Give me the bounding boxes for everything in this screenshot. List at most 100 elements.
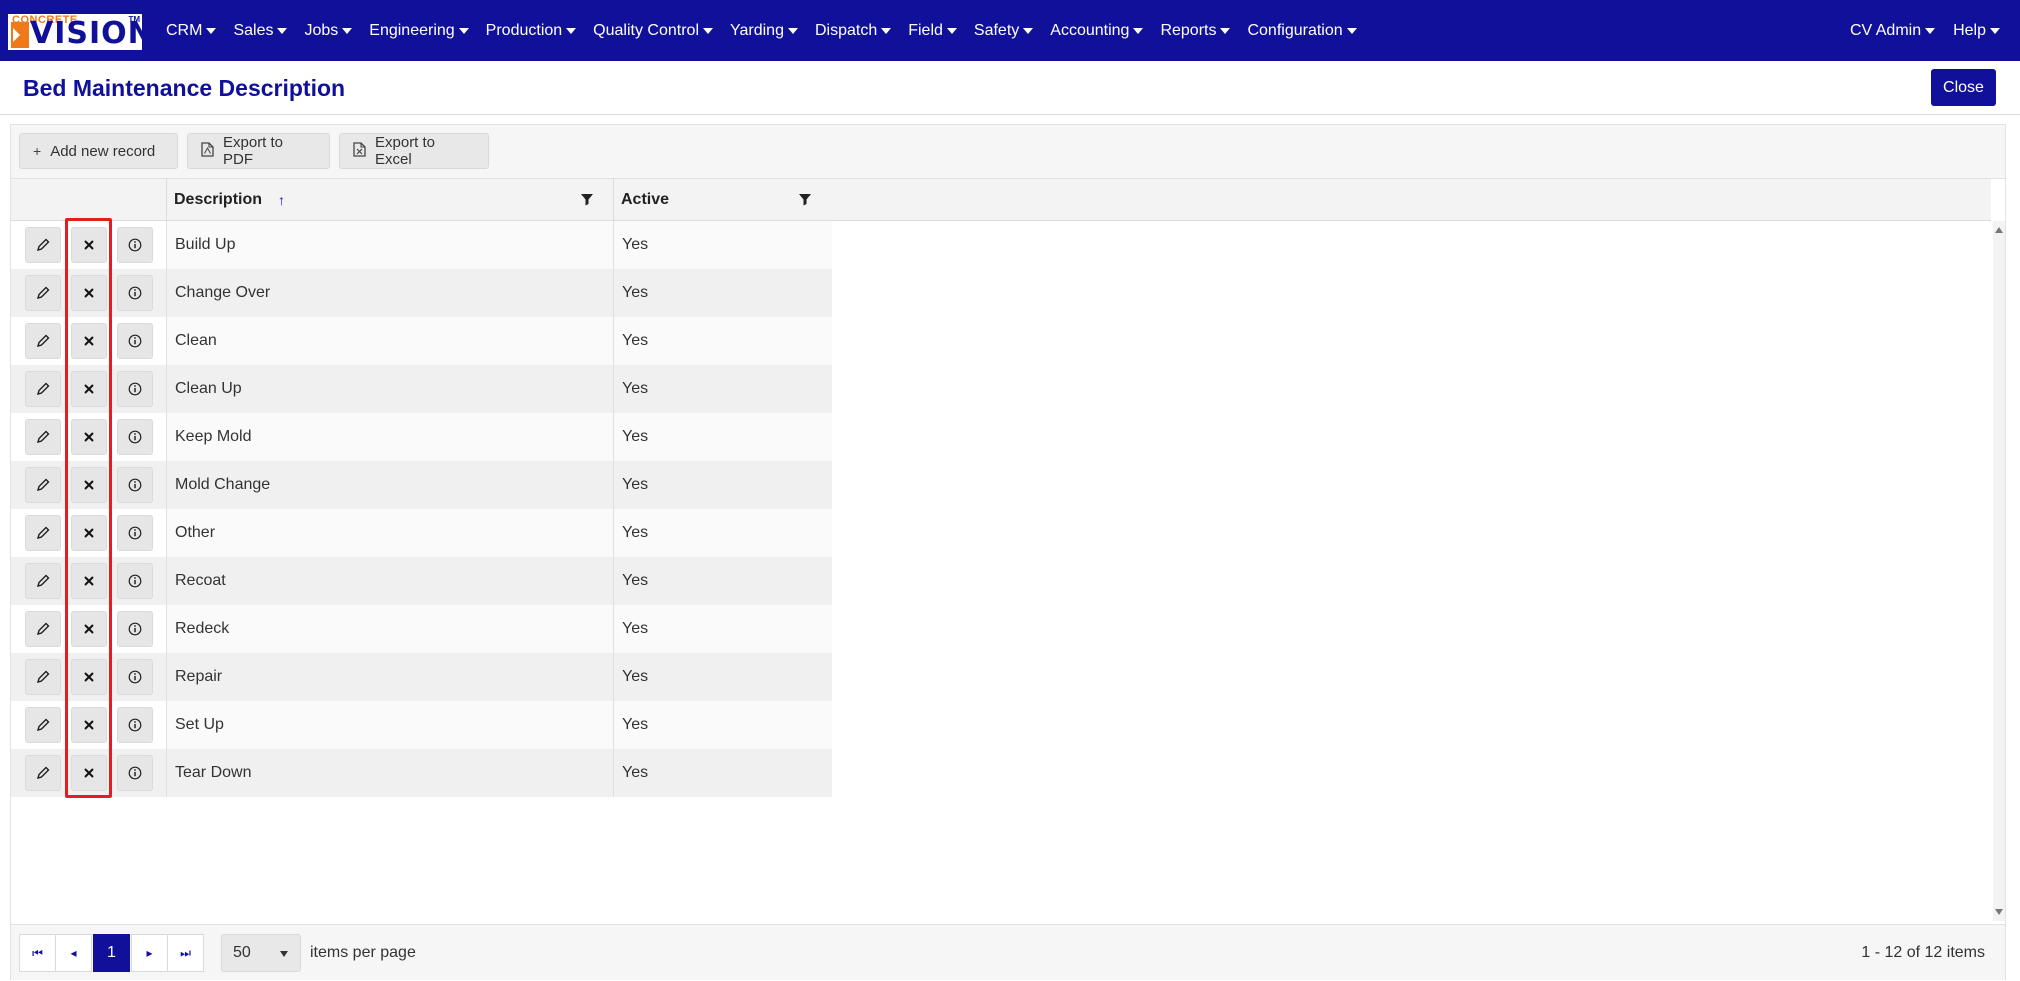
nav-crm[interactable]: CRM bbox=[166, 21, 217, 40]
delete-button[interactable] bbox=[71, 755, 107, 791]
concrete-vision-logo[interactable]: CONCRETE VISION TM bbox=[8, 14, 153, 50]
nav-safety[interactable]: Safety bbox=[974, 22, 1034, 40]
active-cell: Yes bbox=[613, 605, 832, 653]
nav-jobs[interactable]: Jobs bbox=[304, 22, 353, 40]
active-cell: Yes bbox=[613, 221, 832, 269]
pager-info: 1 - 12 of 12 items bbox=[1861, 944, 1985, 961]
edit-button[interactable] bbox=[25, 467, 61, 503]
delete-button[interactable] bbox=[71, 659, 107, 695]
nav-accounting[interactable]: Accounting bbox=[1050, 22, 1144, 40]
scroll-up-icon[interactable] bbox=[1995, 227, 2003, 233]
edit-button[interactable] bbox=[25, 323, 61, 359]
nav-configuration[interactable]: Configuration bbox=[1247, 22, 1357, 40]
delete-button[interactable] bbox=[71, 707, 107, 743]
pencil-icon bbox=[36, 382, 50, 396]
details-button[interactable] bbox=[117, 275, 153, 311]
pencil-icon bbox=[36, 334, 50, 348]
delete-button[interactable] bbox=[71, 323, 107, 359]
last-page-button[interactable]: ⏭ bbox=[167, 934, 204, 972]
description-filter-icon[interactable] bbox=[579, 191, 595, 207]
details-button[interactable] bbox=[117, 611, 153, 647]
details-button[interactable] bbox=[117, 227, 153, 263]
delete-button[interactable] bbox=[71, 227, 107, 263]
next-page-button[interactable]: ▸ bbox=[131, 934, 168, 972]
nav-yarding[interactable]: Yarding bbox=[730, 22, 798, 40]
row-command-cell bbox=[11, 557, 166, 605]
add-new-record-button[interactable]: + Add new record bbox=[19, 133, 178, 169]
page-size-dropdown[interactable]: 50 bbox=[221, 934, 301, 972]
row-command-cell bbox=[11, 221, 166, 269]
nav-reports[interactable]: Reports bbox=[1160, 22, 1231, 40]
export-excel-button[interactable]: Export to Excel bbox=[339, 133, 489, 169]
delete-button[interactable] bbox=[71, 611, 107, 647]
column-header-active[interactable]: Active bbox=[621, 179, 821, 221]
delete-button[interactable] bbox=[71, 371, 107, 407]
row-command-cell bbox=[11, 269, 166, 317]
details-button[interactable] bbox=[117, 563, 153, 599]
edit-button[interactable] bbox=[25, 371, 61, 407]
caret-down-icon bbox=[277, 27, 288, 34]
active-filter-icon[interactable] bbox=[797, 191, 813, 207]
info-icon bbox=[128, 766, 142, 780]
page-button-current[interactable]: 1 bbox=[93, 934, 130, 972]
scroll-down-icon[interactable] bbox=[1995, 909, 2003, 915]
close-button[interactable]: Close bbox=[1931, 69, 1996, 106]
export-pdf-button[interactable]: Export to PDF bbox=[187, 133, 330, 169]
details-button[interactable] bbox=[117, 755, 153, 791]
first-page-button[interactable]: ⏮ bbox=[19, 934, 56, 972]
delete-button[interactable] bbox=[71, 467, 107, 503]
nav-user-label: CV Admin bbox=[1849, 21, 1922, 39]
delete-button[interactable] bbox=[71, 563, 107, 599]
row-command-cell bbox=[11, 509, 166, 557]
pencil-icon bbox=[36, 622, 50, 636]
table-row: Keep Mold Yes bbox=[11, 413, 832, 461]
details-button[interactable] bbox=[117, 419, 153, 455]
logo-tm-text: TM bbox=[128, 15, 140, 24]
edit-button[interactable] bbox=[25, 275, 61, 311]
edit-button[interactable] bbox=[25, 707, 61, 743]
description-cell: Redeck bbox=[166, 605, 613, 653]
edit-button[interactable] bbox=[25, 563, 61, 599]
edit-button[interactable] bbox=[25, 419, 61, 455]
edit-button[interactable] bbox=[25, 659, 61, 695]
nav-sales[interactable]: Sales bbox=[233, 22, 288, 40]
caret-down-icon bbox=[1990, 27, 2000, 34]
details-button[interactable] bbox=[117, 467, 153, 503]
delete-button[interactable] bbox=[71, 419, 107, 455]
export-excel-label: Export to Excel bbox=[375, 134, 436, 168]
close-icon bbox=[83, 239, 95, 251]
nav-dispatch[interactable]: Dispatch bbox=[814, 21, 892, 40]
delete-button[interactable] bbox=[71, 515, 107, 551]
column-header-description[interactable]: Description ↑ bbox=[174, 179, 604, 221]
export-pdf-label: Export to PDF bbox=[223, 134, 284, 168]
data-grid: + Add new record Export to PDF Export to… bbox=[10, 124, 2006, 980]
edit-button[interactable] bbox=[25, 515, 61, 551]
nav-field[interactable]: Field bbox=[908, 22, 957, 40]
delete-button[interactable] bbox=[71, 275, 107, 311]
nav-quality-control[interactable]: Quality Control bbox=[593, 22, 713, 40]
edit-button[interactable] bbox=[25, 755, 61, 791]
pencil-icon bbox=[36, 286, 50, 300]
description-cell: Other bbox=[166, 509, 613, 557]
nav-production[interactable]: Production bbox=[486, 22, 577, 40]
nav-help[interactable]: Help bbox=[1953, 22, 2000, 40]
nav-engineering[interactable]: Engineering bbox=[369, 22, 469, 40]
details-button[interactable] bbox=[117, 371, 153, 407]
active-cell: Yes bbox=[613, 653, 832, 701]
details-button[interactable] bbox=[117, 323, 153, 359]
pencil-icon bbox=[36, 478, 50, 492]
edit-button[interactable] bbox=[25, 227, 61, 263]
nav-crm-label: CRM bbox=[166, 21, 203, 39]
edit-button[interactable] bbox=[25, 611, 61, 647]
details-button[interactable] bbox=[117, 515, 153, 551]
details-button[interactable] bbox=[117, 707, 153, 743]
excel-file-icon bbox=[353, 142, 366, 160]
vertical-scrollbar[interactable] bbox=[1993, 221, 2005, 921]
close-icon bbox=[83, 287, 95, 299]
caret-down-icon bbox=[881, 27, 892, 34]
details-button[interactable] bbox=[117, 659, 153, 695]
previous-page-button[interactable]: ◂ bbox=[55, 934, 92, 972]
caret-down-icon bbox=[566, 27, 577, 34]
nav-dispatch-label: Dispatch bbox=[814, 21, 878, 39]
nav-user-admin[interactable]: CV Admin bbox=[1849, 21, 1936, 40]
